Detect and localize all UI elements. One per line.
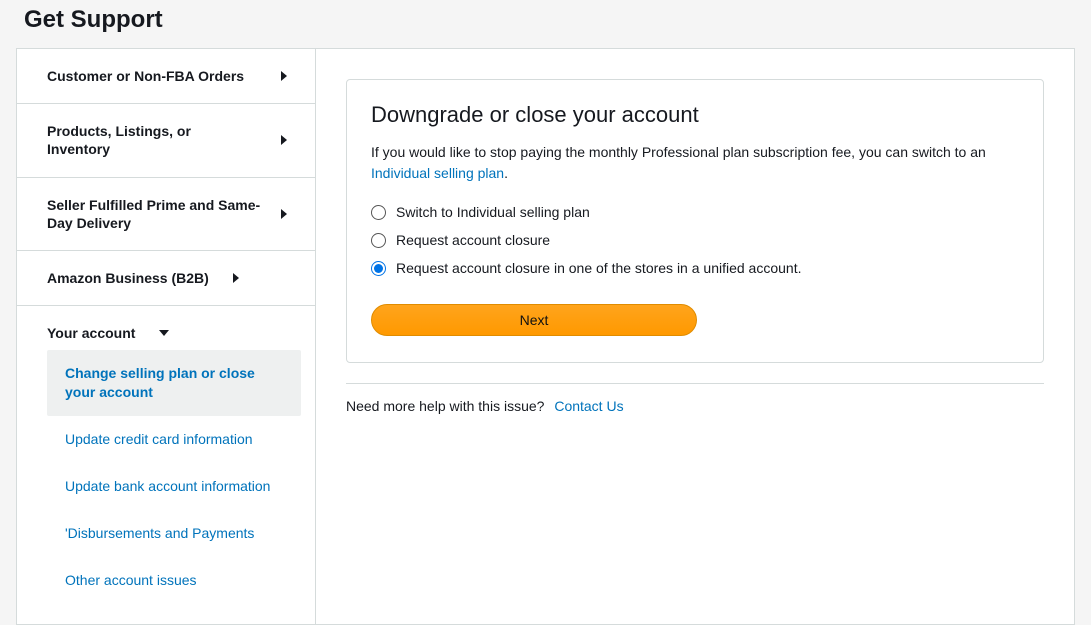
sidebar: Customer or Non-FBA Orders Products, Lis… — [16, 48, 316, 625]
individual-selling-plan-link[interactable]: Individual selling plan — [371, 165, 504, 181]
sidebar-subitem-other-account-issues[interactable]: Other account issues — [47, 557, 301, 604]
sidebar-item-products-listings[interactable]: Products, Listings, or Inventory — [17, 104, 315, 177]
sidebar-subitem-disbursements-payments[interactable]: 'Disbursements and Payments — [47, 510, 301, 557]
sidebar-sublist-your-account: Change selling plan or close your accoun… — [17, 350, 315, 623]
main-content: Downgrade or close your account If you w… — [316, 48, 1075, 625]
sidebar-subitem-update-credit-card[interactable]: Update credit card information — [47, 416, 301, 463]
page-title: Get Support — [16, 0, 1075, 48]
sidebar-item-label: Products, Listings, or Inventory — [47, 122, 267, 158]
radio-label: Request account closure in one of the st… — [396, 260, 801, 276]
radio-option-request-closure-unified[interactable]: Request account closure in one of the st… — [371, 254, 1019, 282]
sidebar-subitem-change-selling-plan[interactable]: Change selling plan or close your accoun… — [47, 350, 301, 416]
sidebar-item-customer-orders[interactable]: Customer or Non-FBA Orders — [17, 49, 315, 104]
radio-icon — [371, 261, 386, 276]
panel-intro-post: . — [504, 165, 508, 181]
sidebar-item-amazon-business[interactable]: Amazon Business (B2B) — [17, 251, 315, 306]
help-row: Need more help with this issue? Contact … — [346, 383, 1044, 414]
sidebar-item-label: Customer or Non-FBA Orders — [47, 67, 267, 85]
sidebar-item-seller-fulfilled-prime[interactable]: Seller Fulfilled Prime and Same-Day Deli… — [17, 178, 315, 251]
radio-option-request-closure[interactable]: Request account closure — [371, 226, 1019, 254]
sidebar-item-label: Amazon Business (B2B) — [47, 269, 219, 287]
sidebar-item-label: Seller Fulfilled Prime and Same-Day Deli… — [47, 196, 281, 232]
caret-right-icon — [233, 273, 239, 283]
caret-right-icon — [281, 209, 287, 219]
panel-intro-pre: If you would like to stop paying the mon… — [371, 144, 986, 160]
radio-option-switch-individual[interactable]: Switch to Individual selling plan — [371, 198, 1019, 226]
sidebar-subitem-update-bank-account[interactable]: Update bank account information — [47, 463, 301, 510]
help-text: Need more help with this issue? — [346, 398, 544, 414]
panel-intro: If you would like to stop paying the mon… — [371, 142, 1019, 184]
radio-label: Request account closure — [396, 232, 550, 248]
radio-icon — [371, 233, 386, 248]
sidebar-item-your-account[interactable]: Your account — [17, 306, 315, 350]
panel-downgrade-close: Downgrade or close your account If you w… — [346, 79, 1044, 363]
radio-label: Switch to Individual selling plan — [396, 204, 590, 220]
radio-icon — [371, 205, 386, 220]
caret-right-icon — [281, 135, 287, 145]
next-button[interactable]: Next — [371, 304, 697, 336]
panel-heading: Downgrade or close your account — [371, 102, 1019, 128]
contact-us-link[interactable]: Contact Us — [554, 398, 623, 414]
caret-down-icon — [159, 330, 169, 336]
sidebar-item-label: Your account — [47, 324, 145, 342]
caret-right-icon — [281, 71, 287, 81]
